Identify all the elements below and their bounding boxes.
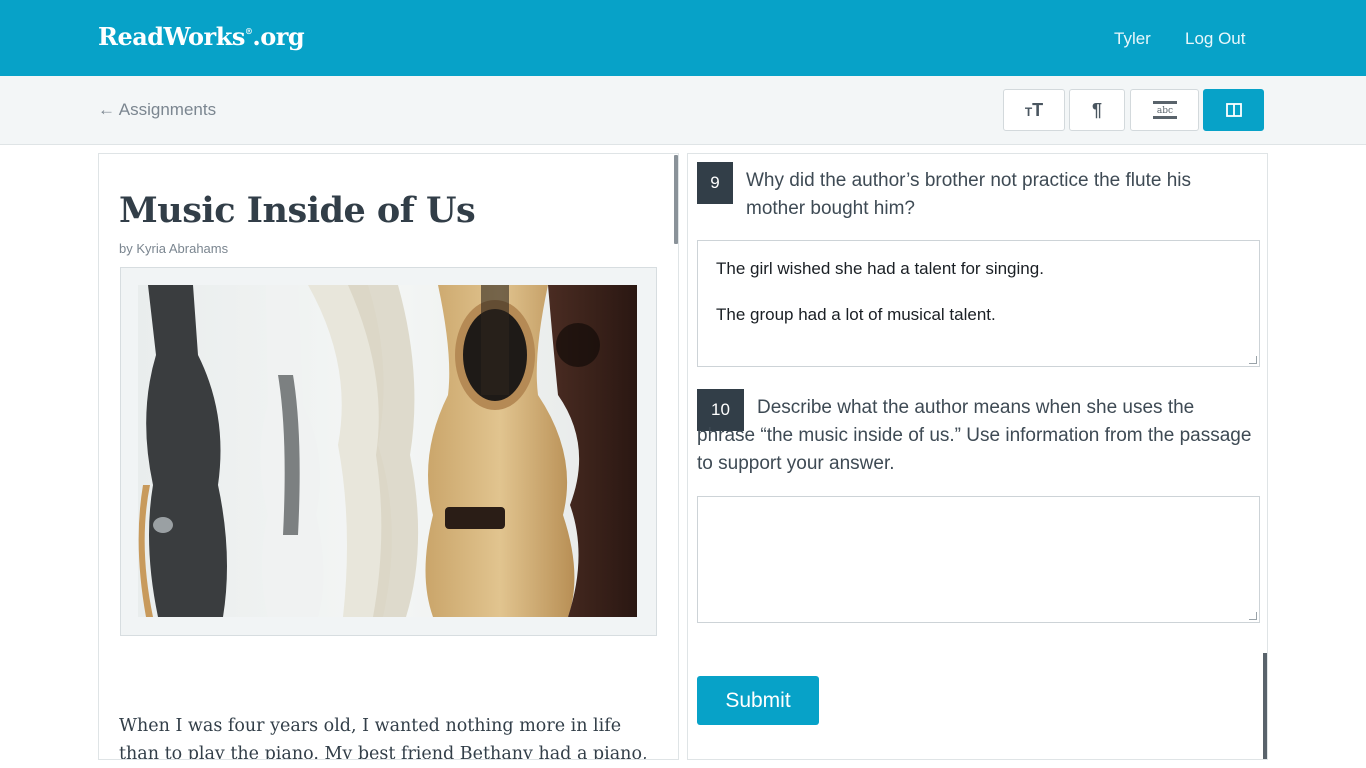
article-byline: by Kyria Abrahams [119, 241, 229, 256]
paragraph-icon: ¶ [1091, 99, 1102, 120]
questions-pane[interactable]: 9 Why did the author’s brother not pract… [687, 153, 1268, 760]
guitars-photo [138, 285, 637, 617]
answer-field-9[interactable]: The girl wished she had a talent for sin… [697, 240, 1260, 367]
article-figure [120, 267, 657, 636]
answer-field-10[interactable] [697, 496, 1260, 623]
question-text-9: Why did the author’s brother not practic… [746, 170, 1191, 219]
reader-toolbar: ← Assignments TT ¶ abc [0, 76, 1366, 145]
text-size-icon: TT [1024, 99, 1044, 120]
highlight-abc-icon: abc [1152, 101, 1177, 119]
top-header: ReadWorks®.org Tyler Log Out [0, 0, 1366, 76]
split-view-icon [1225, 103, 1242, 117]
answer-line: The group had a lot of musical talent. [716, 305, 996, 324]
highlight-abc-text: abc [1156, 106, 1172, 116]
question-text-10: Describe what the author means when she … [697, 397, 1252, 474]
highlight-button[interactable]: abc [1130, 89, 1199, 131]
back-to-assignments-link[interactable]: ← Assignments [98, 100, 216, 120]
question-number-9: 9 [697, 162, 733, 204]
questions-scrollbar[interactable] [1263, 653, 1267, 759]
text-size-button[interactable]: TT [1003, 89, 1065, 131]
paragraph-button[interactable]: ¶ [1069, 89, 1125, 131]
article-scrollbar[interactable] [674, 155, 678, 244]
answer-line: The girl wished she had a talent for sin… [716, 259, 1044, 278]
article-passage: When I was four years old, I wanted noth… [119, 716, 648, 760]
article-pane[interactable]: Music Inside of Us by Kyria Abrahams Whe… [98, 153, 679, 760]
logout-link[interactable]: Log Out [1185, 29, 1246, 49]
article-title: Music Inside of Us [119, 190, 476, 231]
resize-handle-icon[interactable] [1249, 356, 1257, 364]
readworks-logo[interactable]: ReadWorks®.org [98, 22, 305, 51]
resize-handle-icon[interactable] [1249, 612, 1257, 620]
submit-button[interactable]: Submit [697, 676, 819, 725]
split-view-button[interactable] [1203, 89, 1264, 131]
user-name-link[interactable]: Tyler [1114, 29, 1151, 49]
